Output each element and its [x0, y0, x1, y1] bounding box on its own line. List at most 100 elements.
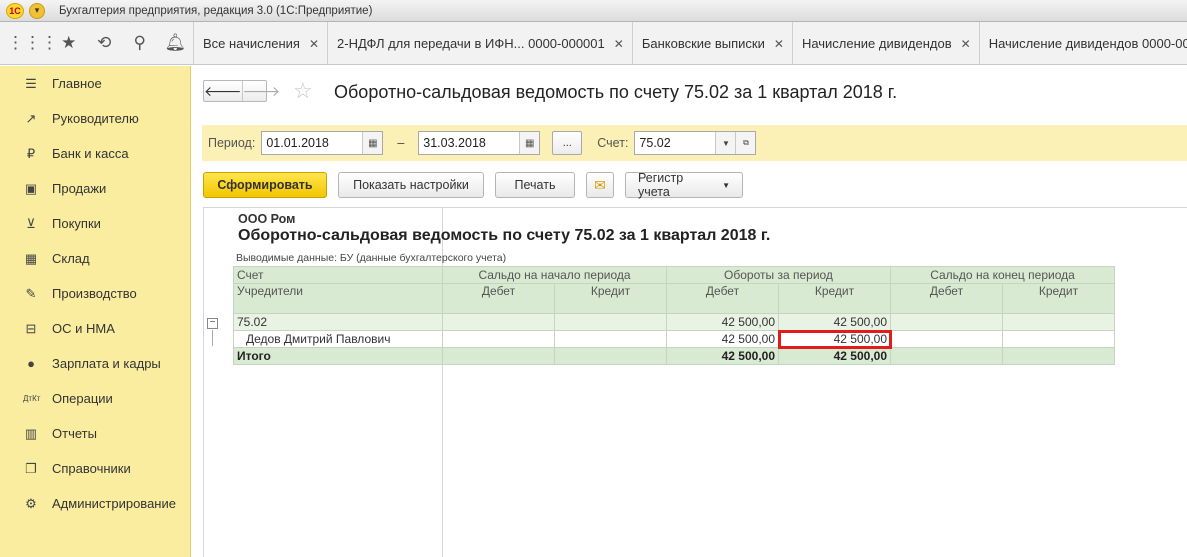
sidebar-item-operations[interactable]: ДтКт Операции — [0, 381, 190, 416]
report-output-data: Выводимые данные: БУ (данные бухгалтерск… — [236, 252, 507, 264]
tab-all-accruals[interactable]: Все начисления ✕ — [193, 22, 327, 65]
sidebar-item-purchases[interactable]: ⊻ Покупки — [0, 206, 190, 241]
bell-icon[interactable]: 🔔︎ — [158, 28, 194, 58]
date-from-field[interactable]: 01.01.2018 ▦ — [261, 131, 384, 155]
cell-turn-debit[interactable]: 42 500,00 — [666, 313, 779, 331]
period-select-button[interactable]: ... — [552, 131, 583, 155]
tab-2ndfl[interactable]: 2-НДФЛ для передачи в ИФН... 0000-000001… — [327, 22, 632, 65]
open-icon[interactable]: ⧉ — [735, 132, 756, 154]
sidebar-item-label: Склад — [52, 251, 90, 266]
sidebar-item-sales[interactable]: ▣ Продажи — [0, 171, 190, 206]
cell-open-credit[interactable] — [554, 313, 667, 331]
sidebar-item-main[interactable]: ☰ Главное — [0, 66, 190, 101]
main-menu-icon[interactable]: ▾ — [29, 2, 45, 19]
cell-open-credit[interactable] — [554, 347, 667, 365]
tab-label: 2-НДФЛ для передачи в ИФН... 0000-000001 — [337, 36, 605, 51]
cell-close-debit[interactable] — [890, 313, 1003, 331]
cell-turn-credit[interactable]: 42 500,00 — [778, 313, 891, 331]
sidebar-item-reports[interactable]: ▥ Отчеты — [0, 416, 190, 451]
back-button[interactable]: 🡐 — [204, 81, 242, 101]
collapse-icon[interactable]: − — [207, 318, 218, 329]
cart-icon: ⊻ — [26, 215, 36, 231]
cell-turn-debit[interactable]: 42 500,00 — [666, 347, 779, 365]
show-settings-button[interactable]: Показать настройки — [338, 172, 484, 198]
tab-label: Начисление дивидендов — [801, 36, 952, 51]
cell-close-credit[interactable] — [1002, 330, 1115, 348]
sidebar-item-label: Продажи — [52, 181, 107, 196]
star-icon[interactable]: ★ — [51, 28, 87, 58]
title-bar: 1С ▾ Бухгалтерия предприятия, редакция 3… — [0, 0, 1187, 22]
cell-open-debit[interactable] — [442, 347, 555, 365]
account-value: 75.02 — [639, 136, 671, 150]
col-turn-debit: Дебет — [666, 283, 779, 314]
calendar-icon[interactable]: ▦ — [362, 132, 383, 154]
ruble-icon: ₽ — [26, 145, 36, 161]
sidebar-item-assets[interactable]: ⊟ ОС и НМА — [0, 311, 190, 346]
close-icon[interactable]: ✕ — [309, 37, 319, 51]
cell-turn-credit[interactable]: 42 500,00 — [778, 347, 891, 365]
sidebar-item-manager[interactable]: ↗ Руководителю — [0, 101, 190, 136]
favorite-star-icon[interactable]: ☆ — [293, 78, 313, 104]
print-button[interactable]: Печать — [495, 172, 575, 198]
report-title: Оборотно-сальдовая ведомость по счету 75… — [238, 227, 771, 244]
generate-button[interactable]: Сформировать — [203, 172, 327, 198]
period-dash: – — [397, 136, 405, 150]
cell-turn-debit[interactable]: 42 500,00 — [666, 330, 779, 348]
calendar-icon[interactable]: ▦ — [519, 132, 540, 154]
mail-icon[interactable]: ✉ — [586, 172, 614, 198]
group-opening-balance: Сальдо на начало периода — [442, 266, 667, 284]
tab-bank-statements[interactable]: Банковские выписки ✕ — [631, 22, 792, 65]
toolbar: Сформировать Показать настройки Печать ✉… — [203, 171, 743, 199]
report-area: ООО Ром Оборотно-сальдовая ведомость по … — [203, 207, 1187, 557]
cell-open-credit[interactable] — [554, 330, 667, 348]
forward-button[interactable]: 🡒 — [241, 81, 280, 101]
history-icon[interactable]: ⟲ — [87, 28, 123, 58]
sidebar-item-salary[interactable]: ● Зарплата и кадры — [0, 346, 190, 381]
sidebar-item-warehouse[interactable]: ▦ Склад — [0, 241, 190, 276]
bag-icon: ▣ — [24, 180, 38, 196]
chevron-down-icon[interactable]: ▼ — [715, 132, 736, 154]
account-field[interactable]: 75.02 ▼ ⧉ — [634, 131, 757, 155]
close-icon[interactable]: ✕ — [774, 37, 784, 51]
sidebar-item-label: Отчеты — [52, 426, 97, 441]
date-to-field[interactable]: 31.03.2018 ▦ — [418, 131, 541, 155]
cell-close-credit[interactable] — [1002, 313, 1115, 331]
cell-turn-credit-highlighted[interactable]: 42 500,00 — [777, 329, 892, 349]
close-icon[interactable]: ✕ — [614, 37, 624, 51]
warehouse-icon: ▦ — [24, 250, 38, 266]
apps-grid-icon[interactable]: ⋮⋮⋮ — [7, 28, 58, 58]
app-logo-icon: 1С — [6, 2, 24, 19]
tab-dividends-doc[interactable]: Начисление дивидендов 0000-0000 — [978, 22, 1187, 65]
cell-open-debit[interactable] — [442, 313, 555, 331]
close-icon[interactable]: ✕ — [961, 37, 971, 51]
sidebar-item-admin[interactable]: ⚙ Администрирование — [0, 486, 190, 521]
assets-icon: ⊟ — [25, 320, 37, 336]
sidebar-item-label: Производство — [52, 286, 137, 301]
col-account: Счет — [233, 266, 443, 284]
sidebar-item-production[interactable]: ✎ Производство — [0, 276, 190, 311]
table-row[interactable]: Дедов Дмитрий Павлович 42 500,00 42 500,… — [233, 329, 1115, 349]
sidebar-item-label: Администрирование — [52, 496, 176, 511]
table-row[interactable]: 75.02 42 500,00 42 500,00 — [233, 313, 1115, 331]
tab-dividends[interactable]: Начисление дивидендов ✕ — [791, 22, 979, 65]
cell-close-debit[interactable] — [890, 347, 1003, 365]
tab-label: Банковские выписки — [641, 36, 765, 51]
trend-icon: ↗ — [25, 110, 37, 126]
nav-buttons: 🡐 🡒 — [203, 80, 280, 102]
header-row: Учредители Дебет Кредит Дебет Кредит Деб… — [233, 283, 1115, 314]
col-founders: Учредители — [233, 283, 443, 314]
search-icon[interactable]: ⚲ — [122, 28, 158, 58]
sidebar-item-label: Главное — [52, 76, 102, 91]
cell-close-debit[interactable] — [890, 330, 1003, 348]
register-button[interactable]: Регистр учета ▼ — [625, 171, 743, 199]
sidebar-item-bank[interactable]: ₽ Банк и касса — [0, 136, 190, 171]
total-row[interactable]: Итого 42 500,00 42 500,00 — [233, 347, 1115, 365]
sidebar-item-catalogs[interactable]: ❐ Справочники — [0, 451, 190, 486]
cell-close-credit[interactable] — [1002, 347, 1115, 365]
sidebar-item-label: Руководителю — [52, 111, 139, 126]
cell-open-debit[interactable] — [442, 330, 555, 348]
row-name: Дедов Дмитрий Павлович — [233, 330, 443, 348]
account-label: Счет: — [597, 136, 629, 150]
col-open-credit: Кредит — [554, 283, 667, 314]
report-table: Счет Сальдо на начало периода Обороты за… — [233, 266, 1115, 365]
